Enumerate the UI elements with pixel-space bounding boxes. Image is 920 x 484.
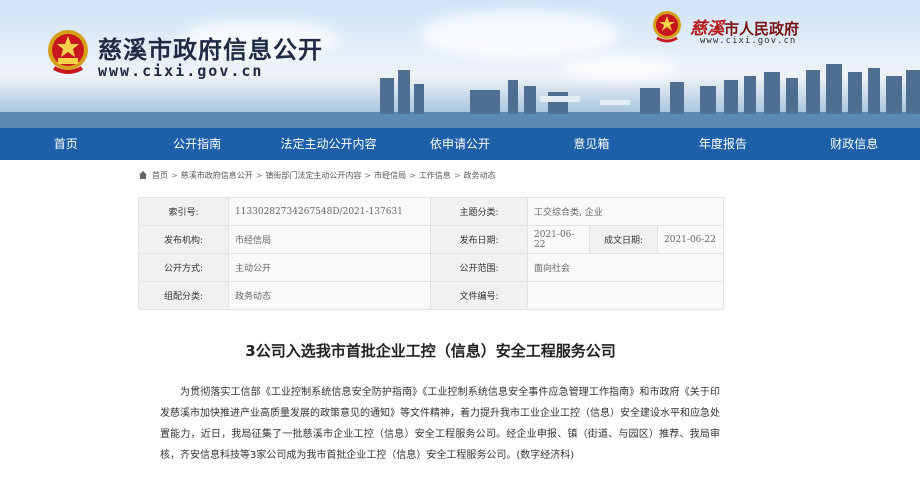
breadcrumb-separator: > xyxy=(409,170,416,180)
nav-apply[interactable]: 依申请公开 xyxy=(394,128,525,160)
document-meta-table: 索引号: 11330282734267548D/2021-137631 主题分类… xyxy=(138,197,725,310)
site-title: 慈溪市政府信息公开 xyxy=(98,36,323,64)
document-number-value xyxy=(526,281,725,310)
nav-statutory-content[interactable]: 法定主动公开内容 xyxy=(263,128,394,160)
table-row: 索引号: 11330282734267548D/2021-137631 主题分类… xyxy=(138,197,725,226)
table-row: 发布机构: 市经信局 发布日期: 2021-06-22 成文日期: 2021-0… xyxy=(138,225,725,254)
topic-label: 主题分类: xyxy=(430,197,528,226)
breadcrumb-separator: > xyxy=(364,170,372,180)
national-emblem-icon xyxy=(48,30,88,74)
topic-value: 工交综合类, 企业 xyxy=(526,197,725,226)
nav-guide[interactable]: 公开指南 xyxy=(131,128,262,160)
header-banner: 慈溪市政府信息公开 www.cixi.gov.cn 慈溪市人民政府 www.ci… xyxy=(0,0,920,128)
article-body: 为贯彻落实工信部《工业控制系统信息安全防护指南》《工业控制系统信息安全事件应急管… xyxy=(160,387,720,461)
article-title: 3公司入选我市首批企业工控（信息）安全工程服务公司 xyxy=(245,342,616,360)
nav-finance[interactable]: 财政信息 xyxy=(789,128,920,160)
group-category-label: 组配分类: xyxy=(138,281,229,310)
breadcrumb-separator: > xyxy=(255,170,263,180)
breadcrumb-info-disclosure[interactable]: 慈溪市政府信息公开 xyxy=(181,170,253,181)
disclosure-mode-label: 公开方式: xyxy=(138,253,229,282)
breadcrumb-separator: > xyxy=(171,170,178,180)
nav-feedback[interactable]: 意见箱 xyxy=(526,128,657,160)
org-value: 市经信局 xyxy=(228,225,431,254)
disclosure-scope-value: 面向社会 xyxy=(526,253,725,282)
site-url: www.cixi.gov.cn xyxy=(98,62,264,80)
home-icon xyxy=(139,171,147,179)
org-label: 发布机构: xyxy=(138,225,229,254)
index-label: 索引号: xyxy=(138,197,229,226)
table-row: 组配分类: 政务动态 文件编号: xyxy=(138,281,725,310)
breadcrumb-bureau[interactable]: 市经信局 xyxy=(374,170,406,181)
publish-date-value: 2021-06-22 xyxy=(527,225,590,254)
document-number-label: 文件编号: xyxy=(430,281,528,310)
breadcrumb-home[interactable]: 首页 xyxy=(152,170,168,181)
table-row: 公开方式: 主动公开 公开范围: 面向社会 xyxy=(138,253,725,282)
government-emblem-icon xyxy=(653,11,681,43)
created-date-label: 成文日期: xyxy=(589,225,658,254)
group-category-value: 政务动态 xyxy=(228,281,431,310)
breadcrumb-separator: > xyxy=(453,170,461,180)
disclosure-mode-value: 主动公开 xyxy=(228,253,431,282)
nav-annual-report[interactable]: 年度报告 xyxy=(657,128,788,160)
created-date-value: 2021-06-22 xyxy=(656,225,725,254)
main-nav: 首页 公开指南 法定主动公开内容 依申请公开 意见箱 年度报告 财政信息 xyxy=(0,128,920,160)
breadcrumb-department-content[interactable]: 镇街部门法定主动公开内容 xyxy=(265,170,361,181)
nav-home[interactable]: 首页 xyxy=(0,128,131,160)
publish-date-label: 发布日期: xyxy=(430,225,528,254)
breadcrumb: 首页 > 慈溪市政府信息公开 > 镇街部门法定主动公开内容 > 市经信局 > 工… xyxy=(138,166,728,184)
breadcrumb-work-info[interactable]: 工作信息 xyxy=(419,170,451,181)
government-url[interactable]: www.cixi.gov.cn xyxy=(700,36,796,46)
disclosure-scope-label: 公开范围: xyxy=(430,253,528,282)
index-value: 11330282734267548D/2021-137631 xyxy=(228,197,431,226)
breadcrumb-news[interactable]: 政务动态 xyxy=(464,170,496,181)
